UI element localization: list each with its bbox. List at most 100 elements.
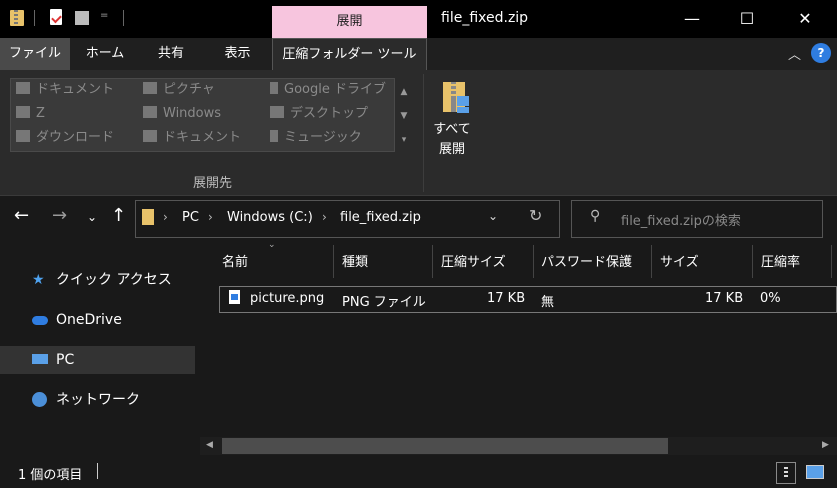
download-icon xyxy=(16,130,30,142)
cell-size: 17 KB xyxy=(705,291,744,306)
computer-icon xyxy=(32,354,48,364)
scroll-left-icon[interactable]: ◀ xyxy=(206,440,213,450)
column-header-password[interactable]: パスワード保護 xyxy=(541,250,632,276)
zip-folder-icon xyxy=(142,209,154,225)
google-drive-icon xyxy=(270,82,278,94)
cell-type: PNG ファイル xyxy=(342,295,426,310)
tab-compressed-folder-tools[interactable]: 圧縮フォルダー ツール xyxy=(272,38,427,70)
address-history-chevron-icon[interactable]: ⌄ xyxy=(488,209,498,223)
column-separator[interactable] xyxy=(533,245,534,278)
column-separator[interactable] xyxy=(333,245,334,278)
tab-share[interactable]: 共有 xyxy=(146,38,196,70)
search-placeholder: file_fixed.zipの検索 xyxy=(621,214,741,229)
gallery-column: Google ドライブ デスクトップ ミュージック xyxy=(270,78,395,150)
qat-separator xyxy=(123,10,124,26)
gallery-item[interactable]: ドキュメント xyxy=(16,78,136,102)
qat-separator xyxy=(34,10,35,26)
extract-all-zip-icon[interactable] xyxy=(441,78,471,118)
tab-home[interactable]: ホーム xyxy=(74,38,136,70)
gallery-item[interactable]: ピクチャ xyxy=(143,78,263,102)
column-header-type[interactable]: 種類 xyxy=(342,250,368,276)
properties-icon[interactable] xyxy=(50,9,62,25)
gallery-item[interactable]: デスクトップ xyxy=(270,102,395,126)
minimize-button[interactable]: — xyxy=(663,0,721,38)
cell-name: picture.png xyxy=(250,291,325,306)
gallery-column: ドキュメント Z ダウンロード xyxy=(16,78,136,150)
gallery-column: ピクチャ Windows ドキュメント xyxy=(143,78,263,150)
scroll-right-icon[interactable]: ▶ xyxy=(822,440,829,450)
qat-customize-dropdown[interactable]: = xyxy=(100,10,108,21)
gallery-more-icon[interactable]: ▾ xyxy=(398,128,410,152)
column-separator[interactable] xyxy=(752,245,753,278)
column-header-ratio[interactable]: 圧縮率 xyxy=(761,250,800,276)
breadcrumb-pc[interactable]: PC xyxy=(182,210,199,225)
document-icon xyxy=(16,82,30,94)
nav-item-pc[interactable]: PC xyxy=(0,346,195,374)
tab-file[interactable]: ファイル xyxy=(0,38,70,70)
gallery-item[interactable]: Windows xyxy=(143,102,263,126)
gallery-item[interactable]: ダウンロード xyxy=(16,126,136,150)
zip-folder-icon xyxy=(10,10,24,26)
gallery-item[interactable]: ドキュメント xyxy=(143,126,263,150)
nav-item-network[interactable]: ネットワーク xyxy=(0,386,195,414)
music-icon xyxy=(270,130,278,142)
refresh-icon[interactable]: ↻ xyxy=(529,206,542,225)
desktop-icon xyxy=(270,106,284,118)
nav-item-quick-access[interactable]: ★ クイック アクセス xyxy=(0,266,195,294)
back-arrow-icon[interactable]: ← xyxy=(14,205,29,226)
extract-all-button[interactable]: すべて 展開 xyxy=(428,120,476,160)
breadcrumb-chevron-icon[interactable]: › xyxy=(208,210,213,224)
new-folder-icon[interactable] xyxy=(75,11,89,25)
status-bar xyxy=(0,458,837,488)
details-lines xyxy=(784,467,788,479)
breadcrumb-chevron-icon[interactable]: › xyxy=(322,210,327,224)
cell-compressed-size: 17 KB xyxy=(487,291,526,306)
star-icon: ★ xyxy=(32,272,45,288)
ribbon-group-separator xyxy=(423,74,424,192)
cell-password: 無 xyxy=(541,295,555,310)
breadcrumb-windows-c[interactable]: Windows (C:) xyxy=(227,210,313,225)
item-count: 1 個の項目 xyxy=(18,468,83,483)
details-view-icon[interactable] xyxy=(776,462,796,484)
context-tab-extract: 展開 xyxy=(272,6,427,38)
gallery-item[interactable]: Google ドライブ xyxy=(270,78,395,102)
large-icons-view-icon[interactable] xyxy=(806,465,824,479)
cloud-icon xyxy=(32,316,48,325)
nav-item-onedrive[interactable]: OneDrive xyxy=(0,306,195,334)
scrollbar-thumb[interactable] xyxy=(222,438,668,454)
breadcrumb-chevron-icon[interactable]: › xyxy=(163,210,168,224)
maximize-button[interactable]: ☐ xyxy=(718,0,776,38)
help-icon[interactable]: ? xyxy=(811,43,831,63)
gallery-scroll-buttons[interactable]: ▲ ▼ ▾ xyxy=(398,80,410,152)
sort-indicator-icon: ⌄ xyxy=(268,240,276,250)
collapse-ribbon-icon[interactable]: ︿ xyxy=(788,44,801,63)
column-separator[interactable] xyxy=(651,245,652,278)
image-thumbnail xyxy=(231,294,238,300)
document-icon xyxy=(143,130,157,142)
gallery-item[interactable]: Z xyxy=(16,102,136,126)
column-header-compressed-size[interactable]: 圧縮サイズ xyxy=(441,250,506,276)
status-separator xyxy=(97,463,98,479)
close-button[interactable]: ✕ xyxy=(776,0,834,38)
column-header-size[interactable]: サイズ xyxy=(660,250,699,276)
breadcrumb-file-fixed-zip[interactable]: file_fixed.zip xyxy=(340,210,421,225)
search-icon: ⚲ xyxy=(590,208,601,224)
column-separator[interactable] xyxy=(831,245,832,278)
cell-ratio: 0% xyxy=(760,291,781,306)
drive-icon xyxy=(16,106,30,118)
gallery-scroll-up-icon[interactable]: ▲ xyxy=(398,80,410,104)
column-header-name[interactable]: 名前 xyxy=(222,250,248,276)
drive-icon xyxy=(143,106,157,118)
column-separator[interactable] xyxy=(432,245,433,278)
pictures-icon xyxy=(143,82,157,94)
png-file-icon xyxy=(229,290,240,304)
ribbon-group-label: 展開先 xyxy=(192,176,232,191)
network-icon xyxy=(32,392,47,407)
gallery-scroll-down-icon[interactable]: ▼ xyxy=(398,104,410,128)
up-arrow-icon[interactable]: ↑ xyxy=(111,205,126,226)
forward-arrow-icon[interactable]: → xyxy=(52,205,67,226)
recent-locations-chevron-icon[interactable]: ⌄ xyxy=(87,210,97,224)
gallery-item[interactable]: ミュージック xyxy=(270,126,395,150)
tab-view[interactable]: 表示 xyxy=(210,38,265,70)
window-title: file_fixed.zip xyxy=(441,10,529,26)
